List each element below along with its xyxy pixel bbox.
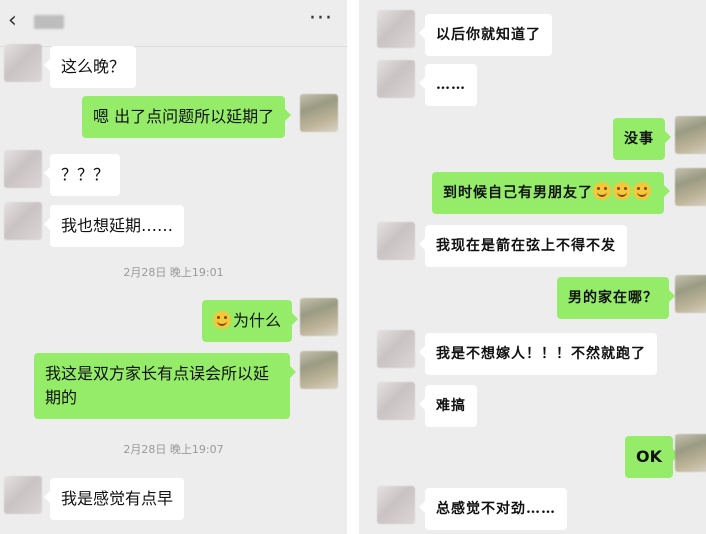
message-bubble[interactable]: 这么晚？ — [43, 46, 137, 88]
message-bubble[interactable]: 没事 — [613, 118, 671, 160]
avatar[interactable] — [4, 476, 42, 514]
message-bubble[interactable]: 为什么 — [202, 300, 299, 342]
contact-name — [34, 15, 64, 29]
grinning-face-icon — [633, 182, 651, 200]
more-horizontal-icon[interactable]: ··· — [309, 6, 333, 31]
message-text: 为什么 — [233, 311, 282, 330]
avatar[interactable] — [675, 434, 706, 472]
avatar[interactable] — [377, 60, 415, 98]
avatar[interactable] — [4, 202, 42, 240]
grinning-face-icon — [593, 182, 611, 200]
avatar[interactable] — [377, 10, 415, 48]
message-text: 到时候自己有男朋友了 — [443, 185, 593, 201]
message-bubble[interactable]: 总感觉不对劲…… — [419, 488, 567, 530]
avatar[interactable] — [377, 486, 415, 524]
message-bubble[interactable]: 我也想延期…… — [43, 205, 185, 247]
message-bubble[interactable]: OK — [625, 436, 679, 478]
message-bubble[interactable]: 我是不想嫁人！！！不然就跑了 — [419, 333, 657, 375]
message-bubble[interactable]: 我这是双方家长有点误会所以延期的 — [34, 353, 296, 419]
timestamp: 2月28日 晚上19:07 — [123, 443, 224, 456]
avatar[interactable] — [377, 382, 415, 420]
message-bubble[interactable]: 男的家在哪？ — [557, 277, 675, 319]
left-chat-screen: ‹ ··· 这么晚？ 嗯 出了点问题所以延期了 ？？？ 我也想延期…… 2月28… — [0, 0, 347, 534]
avatar[interactable] — [300, 94, 338, 132]
message-bubble[interactable]: 到时候自己有男朋友了 — [432, 172, 670, 214]
avatar[interactable] — [4, 150, 42, 188]
message-bubble[interactable]: 以后你就知道了 — [419, 14, 552, 56]
message-bubble[interactable]: 嗯 出了点问题所以延期了 — [82, 96, 292, 138]
chat-header: ‹ ··· — [0, 0, 347, 47]
timestamp: 2月28日 晚上19:01 — [123, 266, 224, 279]
avatar[interactable] — [377, 222, 415, 260]
avatar[interactable] — [675, 275, 706, 313]
avatar[interactable] — [377, 330, 415, 368]
grinning-face-icon — [613, 182, 631, 200]
avatar[interactable] — [300, 351, 338, 389]
chevron-left-icon[interactable]: ‹ — [8, 10, 17, 32]
avatar[interactable] — [4, 44, 42, 82]
message-bubble[interactable]: 我是感觉有点早 — [43, 478, 185, 520]
avatar[interactable] — [675, 168, 706, 206]
message-bubble[interactable]: 难搞 — [419, 385, 477, 427]
avatar[interactable] — [300, 298, 338, 336]
message-bubble[interactable]: …… — [419, 64, 477, 106]
message-bubble[interactable]: ？？？ — [43, 154, 121, 196]
laughing-face-icon — [213, 311, 231, 329]
right-chat-screen: 以后你就知道了 …… 没事 到时候自己有男朋友了 我现在是箭在弦上不得不发 男的… — [359, 0, 706, 534]
avatar[interactable] — [675, 116, 706, 154]
message-bubble[interactable]: 我现在是箭在弦上不得不发 — [419, 225, 627, 267]
